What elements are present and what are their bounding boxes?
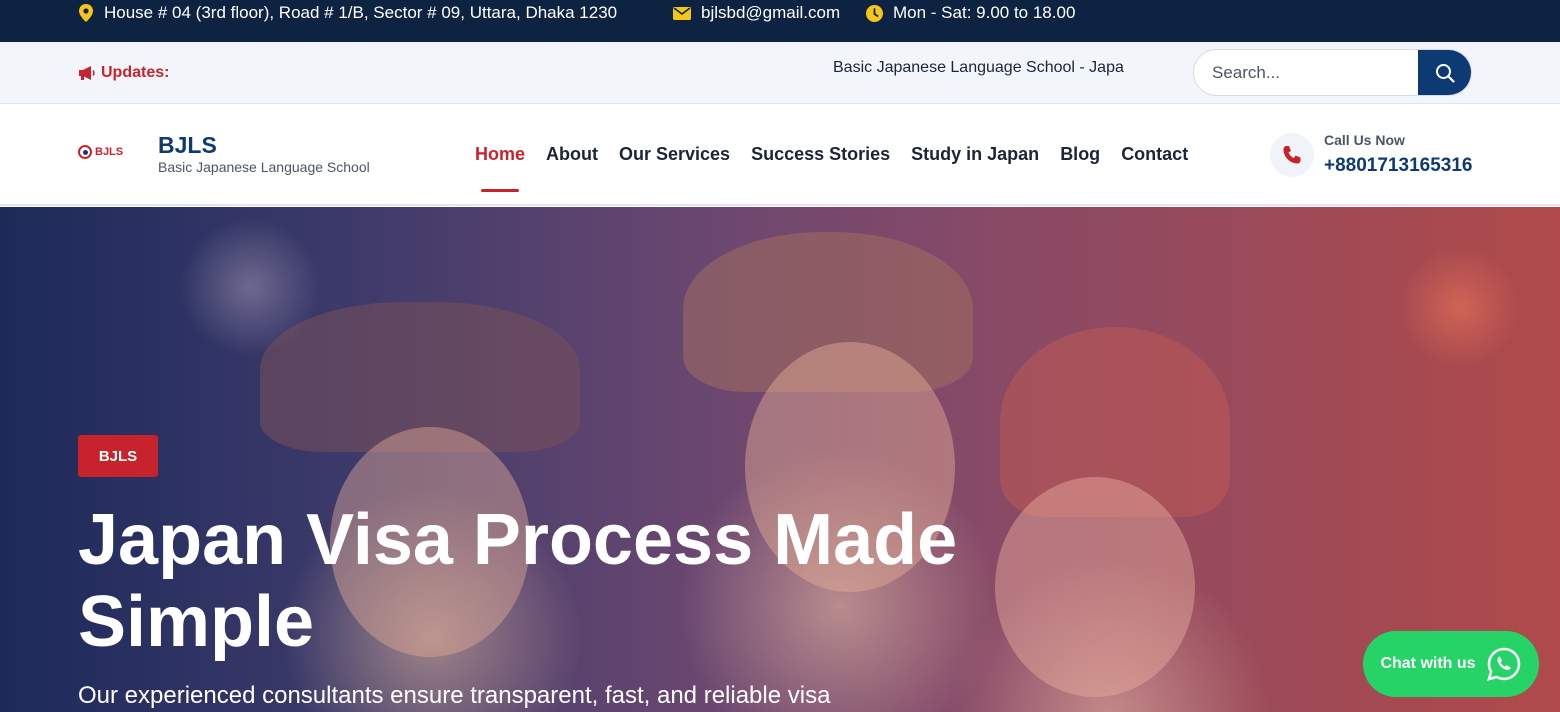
hours-info: Mon - Sat: 9.00 to 18.00 — [866, 3, 1075, 23]
nav-study-in-japan[interactable]: Study in Japan — [911, 105, 1039, 204]
whatsapp-icon — [1486, 647, 1520, 681]
envelope-icon — [673, 6, 691, 20]
search-button[interactable] — [1418, 50, 1471, 95]
phone-icon — [1283, 146, 1301, 164]
updates-bar: Updates: Basic Japanese Language School … — [0, 42, 1560, 104]
search-input[interactable] — [1194, 50, 1420, 95]
hero-badge: BJLS — [78, 435, 158, 477]
brand-name[interactable]: BJLS — [158, 132, 217, 159]
hero-title: Japan Visa Process Made Simple — [78, 500, 958, 662]
address-text: House # 04 (3rd floor), Road # 1/B, Sect… — [104, 3, 618, 22]
whatsapp-chat-button[interactable]: Chat with us — [1363, 631, 1539, 697]
nav-blog[interactable]: Blog — [1060, 105, 1100, 204]
logo-emblem-icon — [78, 145, 92, 159]
search-box — [1193, 49, 1472, 96]
top-info-bar: House # 04 (3rd floor), Road # 1/B, Sect… — [0, 0, 1560, 42]
updates-label: Updates: — [78, 64, 169, 82]
nav-home[interactable]: Home — [475, 105, 525, 204]
logo[interactable]: BJLS — [78, 145, 123, 159]
call-number[interactable]: +8801713165316 — [1324, 155, 1472, 177]
nav-success-stories[interactable]: Success Stories — [751, 105, 890, 204]
updates-label-text: Updates: — [101, 64, 170, 81]
logo-text: BJLS — [95, 146, 124, 158]
brand-subtitle: Basic Japanese Language School — [158, 159, 370, 175]
hours-text: Mon - Sat: 9.00 to 18.00 — [893, 3, 1076, 22]
hero-section: BJLS Japan Visa Process Made Simple Our … — [0, 207, 1560, 712]
main-nav: Home About Our Services Success Stories … — [475, 105, 1209, 204]
call-label: Call Us Now — [1324, 132, 1405, 148]
email-text[interactable]: bjlsbd@gmail.com — [701, 3, 840, 23]
news-ticker[interactable]: Basic Japanese Language School - Japa — [833, 59, 1159, 77]
search-icon — [1435, 63, 1455, 83]
location-pin-icon — [79, 4, 93, 22]
chat-label: Chat with us — [1380, 655, 1476, 672]
nav-contact[interactable]: Contact — [1121, 105, 1188, 204]
site-header: BJLS BJLS Basic Japanese Language School… — [0, 105, 1560, 206]
clock-icon — [866, 4, 883, 22]
address-info: House # 04 (3rd floor), Road # 1/B, Sect… — [78, 3, 617, 23]
megaphone-icon — [79, 66, 95, 80]
nav-about[interactable]: About — [546, 105, 598, 204]
hero-description: Our experienced consultants ensure trans… — [78, 682, 831, 709]
nav-our-services[interactable]: Our Services — [619, 105, 730, 204]
call-button[interactable] — [1270, 133, 1314, 177]
email-info[interactable]: bjlsbd@gmail.com — [673, 3, 840, 23]
